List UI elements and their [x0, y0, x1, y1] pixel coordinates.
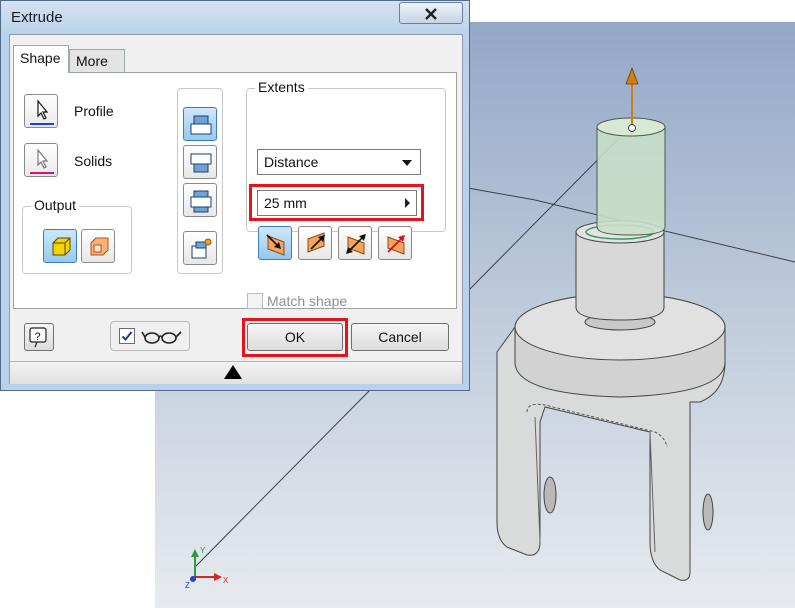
preview-group — [110, 321, 190, 351]
extents-type-dropdown[interactable]: Distance — [257, 149, 421, 175]
extent-direction-4-button[interactable] — [378, 226, 412, 260]
direction-group — [177, 88, 223, 274]
distance-value: 25 mm — [264, 195, 307, 211]
chevron-down-icon — [402, 160, 412, 166]
close-button[interactable] — [399, 2, 463, 24]
output-surface-button[interactable] — [81, 229, 115, 263]
extent-direction-3-button[interactable] — [338, 226, 372, 260]
svg-text:X: X — [223, 576, 229, 585]
distance-input[interactable]: 25 mm — [257, 190, 417, 216]
tab-more[interactable]: More — [69, 49, 125, 73]
profile-select-button[interactable] — [24, 94, 58, 128]
extent-direction-1-button[interactable] — [258, 226, 292, 260]
cancel-button[interactable]: Cancel — [351, 323, 449, 351]
surface-cube-icon — [90, 237, 109, 256]
direction-flipped-icon — [190, 153, 212, 173]
extrude-preview — [596, 127, 666, 236]
extents-type-value: Distance — [264, 154, 319, 170]
checkmark-icon — [121, 331, 133, 341]
chevron-right-icon[interactable] — [405, 198, 410, 208]
direction-default-button[interactable] — [183, 107, 217, 141]
dialog-title: Extrude — [11, 9, 63, 26]
extents-group-title: Extents — [255, 79, 308, 95]
direction-default-icon — [190, 115, 212, 135]
solids-label: Solids — [74, 153, 113, 169]
close-icon — [425, 8, 437, 20]
cursor-arrow-icon — [30, 148, 54, 174]
help-button[interactable]: ? — [24, 323, 54, 351]
solids-select-button[interactable] — [24, 143, 58, 177]
direction-asymmetric-icon — [191, 238, 212, 259]
extent-direction-1-icon — [266, 234, 285, 256]
solid-cube-icon — [52, 237, 71, 256]
direction-asymmetric-button[interactable] — [183, 231, 217, 265]
svg-text:?: ? — [35, 331, 41, 343]
dialog-expand-strip[interactable] — [10, 361, 462, 384]
middle-cylinder — [575, 232, 665, 321]
extent-direction-2-button[interactable] — [298, 226, 332, 260]
dialog-titlebar[interactable]: Extrude — [1, 1, 469, 33]
shape-panel: Profile Solids Output Extents Distance 2… — [13, 72, 457, 309]
extent-direction-3-icon — [346, 234, 366, 255]
match-shape-checkbox[interactable] — [247, 293, 263, 309]
tab-shape[interactable]: Shape — [13, 45, 69, 73]
extent-direction-2-icon — [307, 232, 325, 253]
extrude-dialog: Extrude Shape More Profile Solids Output… — [0, 0, 470, 391]
output-group: Output — [22, 197, 132, 274]
dialog-button-row: ? OK Cancel — [10, 313, 462, 357]
ok-button[interactable]: OK — [247, 323, 343, 351]
svg-text:Y: Y — [200, 546, 206, 555]
cursor-arrow-icon — [30, 99, 54, 125]
dialog-client: Shape More Profile Solids Output Extents… — [9, 34, 463, 384]
match-shape-label: Match shape — [267, 293, 348, 309]
output-group-title: Output — [31, 197, 80, 213]
extent-direction-4-icon — [387, 235, 405, 255]
profile-label: Profile — [74, 103, 114, 119]
direction-symmetric-button[interactable] — [183, 183, 217, 217]
svg-text:Z: Z — [185, 581, 190, 590]
output-solid-button[interactable] — [43, 229, 77, 263]
direction-symmetric-icon — [190, 190, 212, 213]
help-icon: ? — [29, 327, 47, 348]
preview-checkbox[interactable] — [119, 328, 135, 344]
direction-flipped-button[interactable] — [183, 145, 217, 179]
expand-arrow-icon[interactable] — [224, 365, 242, 379]
glasses-icon — [141, 331, 182, 344]
